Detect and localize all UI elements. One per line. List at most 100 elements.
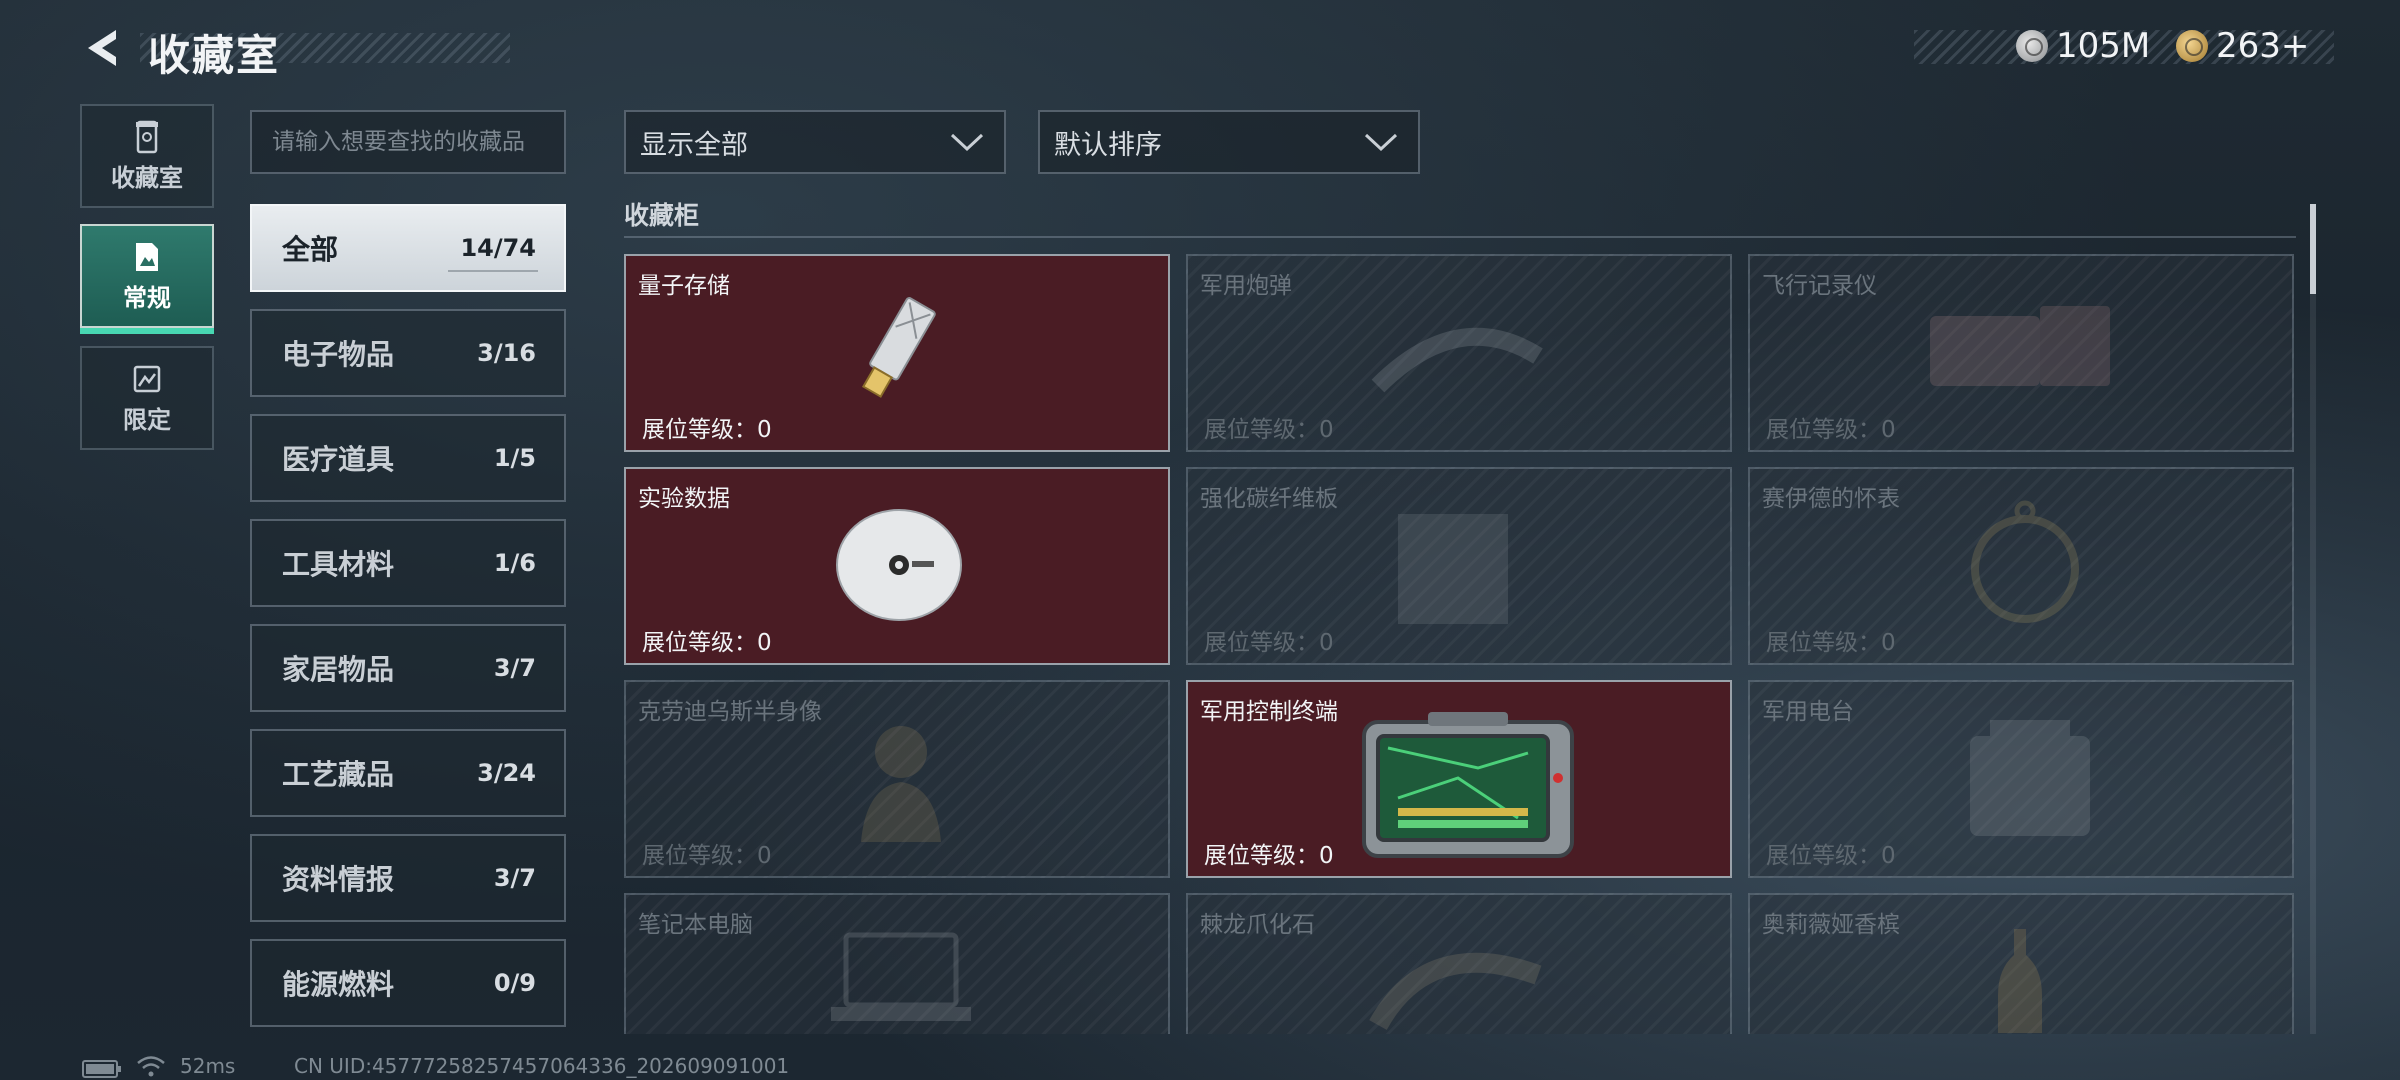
- nav-label: 限定: [123, 405, 171, 434]
- nav-label: 常规: [123, 283, 171, 312]
- ping-value: 52ms: [180, 1054, 236, 1078]
- item-name: 飞行记录仪: [1762, 273, 1877, 299]
- booth-level: 展位等级：0: [1766, 630, 1896, 656]
- cabinet-item-pocket-watch[interactable]: 赛伊德的怀表 展位等级：0: [1748, 467, 2294, 665]
- wifi-icon: [137, 1056, 165, 1077]
- cabinet-grid: 量子存储 展位等级：0 军用炮弹 展位等级：0 飞行记录仪 展位等级：0 实验数…: [624, 254, 2296, 1034]
- item-name: 笔记本电脑: [638, 912, 753, 938]
- category-electronics[interactable]: 电子物品 3/16: [250, 309, 566, 397]
- scrollbar-thumb[interactable]: [2310, 204, 2316, 294]
- category-all[interactable]: 全部 14/74: [250, 204, 566, 292]
- category-count: 14/74: [460, 234, 536, 262]
- disc-icon: [836, 509, 962, 621]
- champagne-bottle-icon: [1998, 929, 2042, 1033]
- category-count: 1/5: [493, 444, 536, 472]
- cabinet-item-olivia-champagne[interactable]: 奥莉薇娅香槟: [1748, 893, 2294, 1034]
- nav-collection-room[interactable]: 收藏室: [80, 104, 214, 208]
- uid-text: CN UID:457772582574570643​36_20260909100…: [294, 1054, 790, 1078]
- category-name: 能源燃料: [282, 968, 395, 1001]
- pocket-watch-icon: [1971, 500, 2079, 623]
- cabinet-item-experiment-data[interactable]: 实验数据 展位等级：0: [624, 467, 1170, 665]
- nav-regular[interactable]: 常规: [80, 224, 214, 334]
- booth-level: 展位等级：0: [642, 630, 772, 656]
- item-name: 奥莉薇娅香槟: [1762, 912, 1900, 938]
- cabinet-item-military-radio[interactable]: 军用电台 展位等级：0: [1748, 680, 2294, 878]
- nav-limited[interactable]: 限定: [80, 346, 214, 450]
- item-name: 克劳迪乌斯半身像: [638, 699, 822, 725]
- category-name: 全部: [282, 233, 339, 266]
- item-name: 军用电台: [1762, 699, 1854, 725]
- cabinet-item-claudius-bust[interactable]: 克劳迪乌斯半身像 展位等级：0: [624, 680, 1170, 878]
- filter-dropdown[interactable]: 显示全部: [624, 110, 1006, 174]
- category-count: 3/16: [477, 339, 536, 367]
- usb-drive-icon: [861, 297, 936, 398]
- page-title: 收藏室: [148, 31, 281, 80]
- category-count: 3/24: [477, 759, 536, 787]
- category-count: 3/7: [493, 654, 536, 682]
- cabinet-item-artillery-shell[interactable]: 军用炮弹 展位等级：0: [1186, 254, 1732, 452]
- booth-level: 展位等级：0: [1204, 417, 1334, 443]
- category-count: 3/7: [493, 864, 536, 892]
- military-radio-icon: [1970, 720, 2090, 836]
- booth-level: 展位等级：0: [1204, 630, 1334, 656]
- gold-amount: 263+: [2216, 26, 2310, 66]
- regular-icon: [136, 242, 158, 271]
- flight-recorder-icon: [1930, 306, 2110, 386]
- sort-dropdown[interactable]: 默认排序: [1038, 110, 1420, 174]
- category-count: 1/6: [493, 549, 536, 577]
- category-crafts[interactable]: 工艺藏品 3/24: [250, 729, 566, 817]
- cabinet-item-military-terminal[interactable]: 军用控制终端 展位等级：0: [1186, 680, 1732, 878]
- category-name: 工具材料: [282, 548, 395, 581]
- booth-level: 展位等级：0: [1766, 843, 1896, 869]
- scrollbar-track[interactable]: [2310, 204, 2316, 1034]
- booth-level: 展位等级：0: [642, 417, 772, 443]
- item-name: 实验数据: [638, 486, 730, 512]
- currency-gold: 263+: [2176, 26, 2309, 66]
- item-name: 棘龙爪化石: [1200, 912, 1315, 938]
- silver-amount: 105M: [2056, 26, 2151, 66]
- silver-coin-icon: [2016, 30, 2048, 62]
- cabinet-title: 收藏柜: [624, 201, 700, 230]
- control-terminal-icon: [1362, 712, 1574, 858]
- item-name: 量子存储: [638, 273, 730, 299]
- collection-room-icon: [136, 120, 158, 153]
- nav-label: 收藏室: [111, 163, 183, 192]
- item-name: 军用控制终端: [1200, 699, 1338, 725]
- cabinet-item-flight-recorder[interactable]: 飞行记录仪 展位等级：0: [1748, 254, 2294, 452]
- gold-coin-icon: [2176, 30, 2208, 62]
- section-divider: [624, 236, 2296, 238]
- category-tools[interactable]: 工具材料 1/6: [250, 519, 566, 607]
- cabinet-item-quantum-storage[interactable]: 量子存储 展位等级：0: [624, 254, 1170, 452]
- filter-value: 显示全部: [640, 129, 748, 161]
- category-name: 资料情报: [282, 863, 395, 896]
- item-name: 军用炮弹: [1200, 273, 1292, 299]
- item-name: 强化碳纤维板: [1200, 486, 1338, 512]
- item-name: 赛伊德的怀表: [1762, 486, 1900, 512]
- chevron-down-icon: [950, 133, 984, 152]
- category-household[interactable]: 家居物品 3/7: [250, 624, 566, 712]
- cabinet-item-laptop[interactable]: 笔记本电脑: [624, 893, 1170, 1034]
- search-box: [250, 110, 566, 174]
- bust-statue-icon: [861, 726, 941, 842]
- laptop-icon: [831, 932, 971, 1021]
- category-intel[interactable]: 资料情报 3/7: [250, 834, 566, 922]
- artillery-shell-icon: [1371, 327, 1543, 393]
- category-count: 0/9: [493, 969, 536, 997]
- booth-level: 展位等级：0: [1204, 843, 1334, 869]
- cabinet-item-claw-fossil[interactable]: 棘龙爪化石: [1186, 893, 1732, 1034]
- search-input[interactable]: [252, 112, 564, 172]
- category-medical[interactable]: 医疗道具 1/5: [250, 414, 566, 502]
- category-name: 医疗道具: [282, 443, 395, 476]
- limited-icon: [133, 365, 161, 392]
- carbon-fiber-plate-icon: [1398, 514, 1508, 624]
- currency-silver: 105M: [2016, 26, 2150, 66]
- claw-fossil-icon: [1369, 952, 1542, 1031]
- booth-level: 展位等级：0: [642, 843, 772, 869]
- battery-icon: [82, 1060, 121, 1078]
- category-name: 工艺藏品: [282, 758, 395, 791]
- cabinet-item-carbon-fiber-plate[interactable]: 强化碳纤维板 展位等级：0: [1186, 467, 1732, 665]
- back-arrow-icon[interactable]: [78, 24, 126, 72]
- category-fuel[interactable]: 能源燃料 0/9: [250, 939, 566, 1027]
- count-underline: [448, 270, 538, 272]
- category-name: 家居物品: [282, 653, 395, 686]
